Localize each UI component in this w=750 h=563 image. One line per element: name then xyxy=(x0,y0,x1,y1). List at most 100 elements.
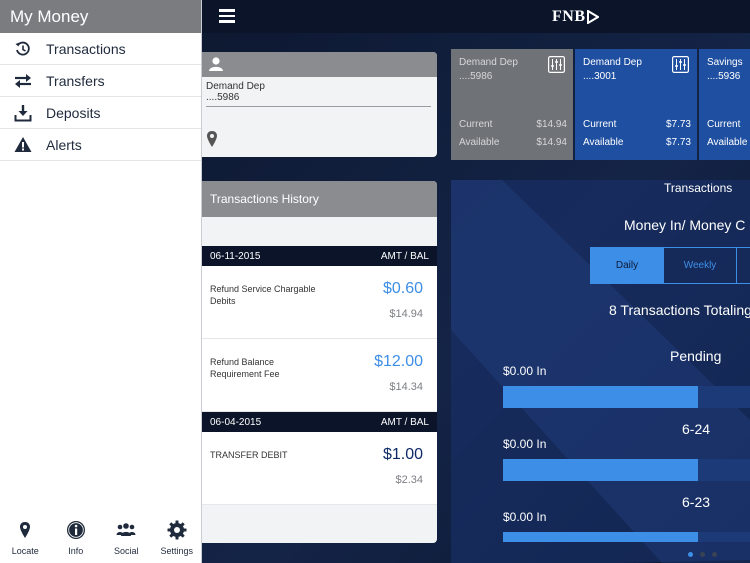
menu-item-transactions[interactable]: Transactions xyxy=(0,33,201,65)
tile-account-name: Demand Dep xyxy=(459,57,518,68)
menu-item-label: Transfers xyxy=(46,72,105,89)
bar-fill xyxy=(503,532,698,542)
people-icon xyxy=(116,519,136,541)
tile-current-label: Current xyxy=(707,119,741,130)
bar-in-label: $0.00 In xyxy=(503,437,547,451)
tile-available-label: Available xyxy=(707,137,748,148)
account-card-header xyxy=(202,52,437,77)
account-tiles: Demand Dep ....5986 Current $14.94 Avail… xyxy=(451,49,750,160)
period-segmented-control: Daily Weekly xyxy=(590,247,750,284)
drawer-title: My Money xyxy=(0,0,201,33)
bar-track xyxy=(503,532,750,542)
transaction-balance: $14.34 xyxy=(389,381,423,393)
tile-current-value: $14.94 xyxy=(536,119,567,130)
tile-account-number: ....3001 xyxy=(583,71,617,82)
bar-group-label: Pending xyxy=(670,348,722,364)
transaction-amount: $0.60 xyxy=(382,280,423,297)
bar-fill xyxy=(503,386,698,408)
tile-current-row: Current xyxy=(707,119,750,130)
tile-available-row: Available $14.94 xyxy=(459,137,567,148)
gear-icon xyxy=(167,519,187,541)
panel-subtitle: Money In/ Money C xyxy=(624,217,746,233)
menu-item-label: Alerts xyxy=(46,136,82,153)
tile-available-value: $14.94 xyxy=(536,137,567,148)
transaction-row[interactable]: TRANSFER DEBIT $1.00 $2.34 xyxy=(202,432,437,505)
page-indicator[interactable] xyxy=(688,552,724,557)
logo-text: FNB xyxy=(552,8,586,25)
page-dot[interactable] xyxy=(700,552,705,557)
transfer-arrows-icon xyxy=(13,71,33,91)
page-dot[interactable] xyxy=(712,552,717,557)
transactions-total: 8 Transactions Totaling xyxy=(609,302,750,318)
tile-current-row: Current $14.94 xyxy=(459,119,567,130)
menu-item-deposits[interactable]: Deposits xyxy=(0,97,201,129)
download-icon xyxy=(13,103,33,123)
amt-bal-label: AMT / BAL xyxy=(380,250,429,262)
history-title: Transactions History xyxy=(202,181,437,217)
panel-title: Transactions xyxy=(664,181,733,195)
transactions-history: Transactions History 06-11-2015 AMT / BA… xyxy=(202,181,437,543)
page-dot[interactable] xyxy=(688,552,693,557)
tile-available-row: Available $7.73 xyxy=(583,137,691,148)
history-spacer xyxy=(202,217,437,246)
divider xyxy=(206,106,431,107)
nav-locate[interactable]: Locate xyxy=(0,513,51,563)
transaction-row[interactable]: Refund Service Chargable Debits $0.60 $1… xyxy=(202,266,437,339)
warning-icon xyxy=(13,135,33,155)
menu-item-transfers[interactable]: Transfers xyxy=(0,65,201,97)
transaction-description: Refund Service Chargable Debits xyxy=(210,284,316,306)
transaction-row[interactable]: Refund Balance Requirement Fee $12.00 $1… xyxy=(202,339,437,412)
bar-in-label: $0.00 In xyxy=(503,510,547,524)
tile-current-value: $7.73 xyxy=(665,119,691,130)
transaction-amount: $1.00 xyxy=(382,446,423,463)
tile-available-row: Available xyxy=(707,137,750,148)
nav-label: Info xyxy=(68,546,84,556)
nav-social[interactable]: Social xyxy=(101,513,152,563)
bank-logo: FNB xyxy=(552,8,599,26)
user-icon xyxy=(209,57,223,71)
menu-item-alerts[interactable]: Alerts xyxy=(0,129,201,161)
tile-account-name: Savings xyxy=(707,57,743,68)
transaction-amount: $12.00 xyxy=(374,353,423,370)
nav-label: Locate xyxy=(11,546,39,556)
nav-label: Settings xyxy=(160,546,194,556)
segment-weekly[interactable]: Weekly xyxy=(664,248,737,283)
menu-icon[interactable] xyxy=(219,9,235,23)
transaction-description: TRANSFER DEBIT xyxy=(210,450,288,460)
account-tile[interactable]: Demand Dep ....5986 Current $14.94 Avail… xyxy=(451,49,573,160)
tile-current-label: Current xyxy=(583,119,617,130)
transaction-description: Refund Balance Requirement Fee xyxy=(210,357,280,379)
nav-label: Social xyxy=(113,546,139,556)
bar-group-label: 6-23 xyxy=(682,494,711,510)
bar-fill xyxy=(503,459,698,481)
nav-settings[interactable]: Settings xyxy=(152,513,203,563)
play-arrow-icon xyxy=(586,10,599,24)
date-header: 06-11-2015 AMT / BAL xyxy=(202,246,437,266)
nav-info[interactable]: Info xyxy=(51,513,102,563)
tile-current-row: Current $7.73 xyxy=(583,119,691,130)
history-icon xyxy=(13,39,33,59)
bar-in-label: $0.00 In xyxy=(503,364,547,378)
account-name: Demand Dep xyxy=(206,81,265,92)
segment-daily[interactable]: Daily xyxy=(591,248,664,283)
account-tile[interactable]: Savings ....5936 Current Available xyxy=(699,49,750,160)
location-pin-icon[interactable] xyxy=(206,130,218,153)
account-number: ....5986 xyxy=(206,92,240,103)
sliders-icon[interactable] xyxy=(548,56,565,73)
menu-item-label: Transactions xyxy=(46,40,126,57)
transaction-balance: $2.34 xyxy=(395,474,423,486)
main-area: FNB Demand Dep ....5986 Demand Dep ....5… xyxy=(202,0,750,563)
tile-available-label: Available xyxy=(459,137,500,148)
bar-track xyxy=(503,459,750,481)
account-tile[interactable]: Demand Dep ....3001 Current $7.73 Availa… xyxy=(575,49,697,160)
amt-bal-label: AMT / BAL xyxy=(380,416,429,428)
account-card[interactable]: Demand Dep ....5986 xyxy=(202,52,437,157)
side-drawer: My Money Transactions Transfers Deposits… xyxy=(0,0,202,563)
top-bar: FNB xyxy=(202,0,750,33)
date-label: 06-11-2015 xyxy=(210,250,261,262)
segment-more[interactable] xyxy=(737,248,750,283)
transaction-balance: $14.94 xyxy=(389,308,423,320)
sliders-icon[interactable] xyxy=(672,56,689,73)
tile-account-name: Demand Dep xyxy=(583,57,642,68)
tile-account-number: ....5986 xyxy=(459,71,493,82)
